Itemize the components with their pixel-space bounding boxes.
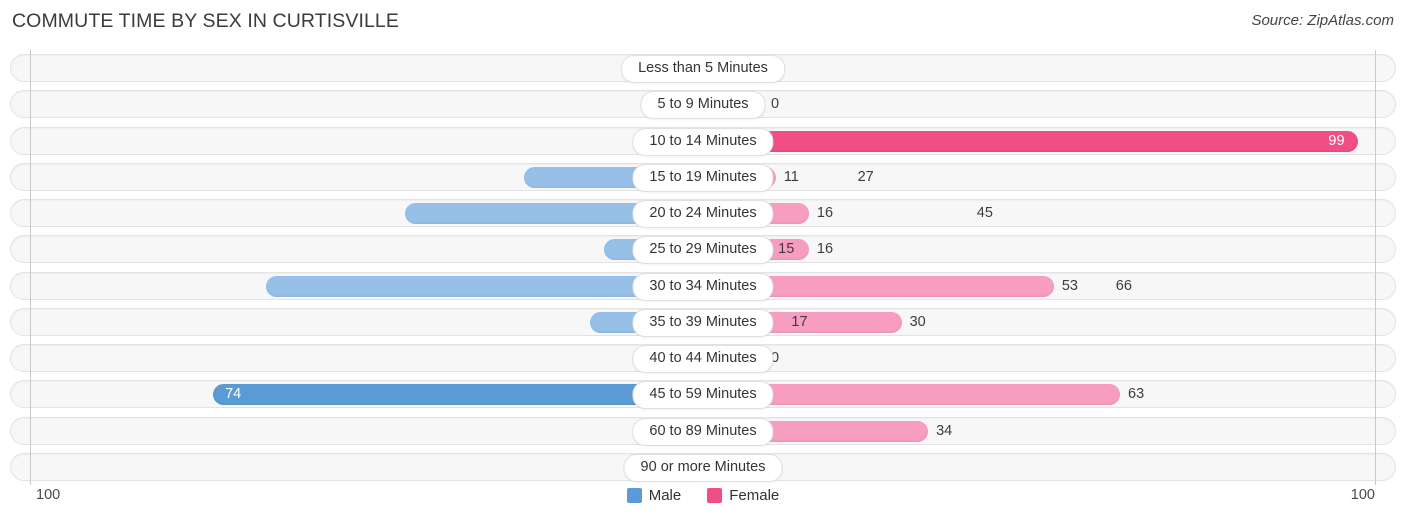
category-label: 5 to 9 Minutes — [640, 91, 766, 120]
category-label: 60 to 89 Minutes — [632, 417, 774, 446]
axis-line-left — [30, 50, 31, 485]
bar-rows: 00Less than 5 Minutes005 to 9 Minutes099… — [0, 50, 1406, 485]
bar-row: 7090 or more Minutes — [0, 449, 1406, 485]
legend-item-male[interactable]: Male — [626, 487, 682, 504]
category-label: 30 to 34 Minutes — [632, 272, 774, 301]
female-value-label: 30 — [909, 313, 926, 330]
female-value-label: 16 — [816, 205, 834, 221]
bar-row: 17 30 35 to 39 Minutes — [0, 304, 1406, 340]
bar-row: 45 16 20 to 24 Minutes — [0, 195, 1406, 231]
male-swatch-icon — [626, 488, 642, 503]
male-value-label: 17 — [791, 313, 808, 330]
bar-row: 03460 to 89 Minutes — [0, 413, 1406, 449]
category-label: 45 to 59 Minutes — [632, 381, 774, 410]
axis-line-right — [1375, 50, 1376, 485]
category-label: 15 to 19 Minutes — [632, 163, 774, 192]
commute-time-chart: COMMUTE TIME BY SEX IN CURTISVILLE Sourc… — [0, 0, 1406, 523]
female-bar[interactable] — [703, 130, 1359, 152]
legend-item-female[interactable]: Female — [707, 487, 779, 504]
page-title: COMMUTE TIME BY SEX IN CURTISVILLE — [12, 10, 399, 32]
bar-row: 66 53 30 to 34 Minutes — [0, 268, 1406, 304]
category-label: 40 to 44 Minutes — [632, 345, 774, 373]
bar-row: 10040 to 44 Minutes — [0, 340, 1406, 376]
category-label: 35 to 39 Minutes — [632, 308, 774, 337]
category-label: 25 to 29 Minutes — [632, 236, 774, 265]
category-label: Less than 5 Minutes — [621, 55, 785, 83]
female-value-label: 11 — [783, 168, 799, 185]
chart-footer: 100 100 Male Female — [0, 485, 1406, 523]
category-label: 90 or more Minutes — [623, 453, 783, 482]
legend-label-female: Female — [729, 487, 780, 504]
bar-row: 74 63 45 to 59 Minutes — [0, 376, 1406, 412]
bar-row: 27 11 15 to 19 Minutes — [0, 159, 1406, 195]
male-value-label: 74 — [225, 386, 242, 403]
plot-area: 00Less than 5 Minutes005 to 9 Minutes099… — [0, 50, 1406, 485]
female-value-label: 34 — [936, 422, 953, 439]
female-value-label: 63 — [1128, 386, 1145, 403]
bar-row: 00Less than 5 Minutes — [0, 50, 1406, 86]
chart-header: COMMUTE TIME BY SEX IN CURTISVILLE Sourc… — [0, 0, 1406, 44]
category-label: 10 to 14 Minutes — [632, 127, 774, 156]
female-value-label: 0 — [771, 96, 780, 113]
bar-row: 15 16 25 to 29 Minutes — [0, 231, 1406, 267]
female-value-label: 16 — [816, 241, 834, 258]
female-swatch-icon — [707, 488, 723, 503]
female-value-label: 99 — [1328, 132, 1345, 149]
male-value-label: 45 — [976, 205, 993, 221]
male-bar[interactable] — [213, 384, 703, 406]
male-value-label: 27 — [857, 168, 874, 185]
source-attribution: Source: ZipAtlas.com — [1251, 12, 1394, 29]
legend-label-male: Male — [648, 487, 682, 504]
bar-row: 005 to 9 Minutes — [0, 86, 1406, 122]
male-value-label: 15 — [778, 241, 795, 258]
female-value-label: 53 — [1061, 277, 1078, 294]
bar-row: 09910 to 14 Minutes — [0, 123, 1406, 159]
legend: Male Female — [0, 487, 1406, 504]
male-value-label: 66 — [1115, 277, 1132, 294]
category-label: 20 to 24 Minutes — [632, 200, 774, 228]
